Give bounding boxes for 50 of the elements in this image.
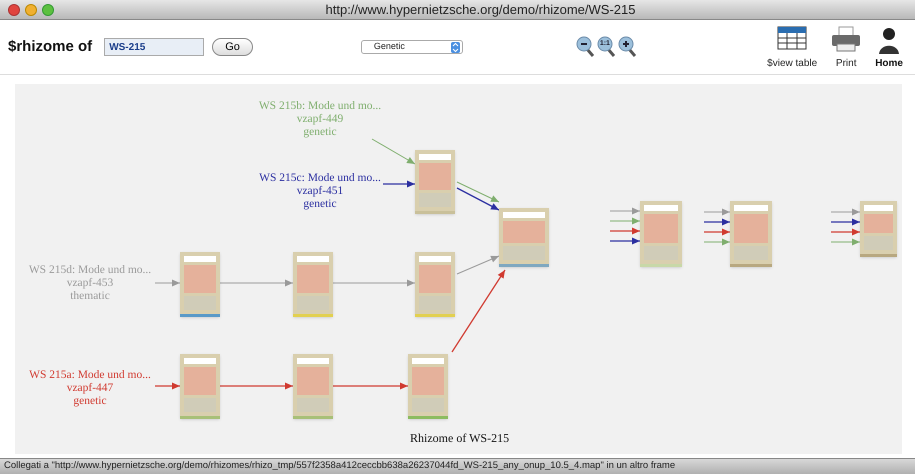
page-thumbnail[interactable] (408, 354, 448, 419)
page-thumbnail[interactable] (640, 201, 682, 267)
arrow (831, 218, 860, 226)
page-thumbnail[interactable] (415, 252, 455, 317)
page-thumbnail[interactable] (730, 201, 772, 267)
arrow (704, 208, 730, 216)
page-thumbnail[interactable] (180, 252, 220, 317)
arrow (830, 238, 860, 246)
page-thumbnail[interactable] (499, 208, 549, 267)
close-window-button[interactable] (8, 4, 20, 16)
page-thumbnail[interactable] (293, 354, 333, 419)
arrow (456, 182, 500, 202)
diagram-caption: Rhizome of WS-215 (410, 430, 510, 447)
arrow (155, 382, 180, 390)
page-thumbnail[interactable] (860, 201, 897, 257)
print-label[interactable]: Print (836, 56, 856, 71)
arrow (154, 280, 180, 286)
status-bar-text: Collegati a "http://www.hypernietzsche.org/demo/rhizomes/rhizo_tmp/557f2358a412ceccbb638a26237044fd_WS-215_any_onup_10.5_4.map" in un altro frame (4, 459, 676, 474)
arrow (372, 138, 416, 164)
source-label[interactable]: WS 215c: Mode und mo... vzapf-451 genetic (240, 172, 400, 211)
document-field[interactable]: WS-215 (104, 38, 204, 56)
arrow (610, 238, 640, 244)
arrow (704, 238, 730, 246)
zoom-out-icon[interactable] (576, 36, 596, 58)
window-title: http://www.hypernietzsche.org/demo/rhizome/WS-215 (326, 0, 636, 19)
arrow (704, 228, 730, 236)
person-silhouette-icon[interactable] (878, 26, 900, 54)
arrow (831, 228, 860, 236)
minimize-window-button[interactable] (25, 4, 37, 16)
go-button[interactable]: Go (212, 38, 253, 56)
select-arrows-icon (450, 42, 460, 52)
arrow (610, 228, 640, 234)
arrow (610, 208, 640, 214)
arrow (704, 218, 730, 226)
page-thumbnail[interactable] (180, 354, 220, 419)
arrow (456, 187, 500, 211)
page-thumbnail[interactable] (293, 252, 333, 317)
view-select[interactable]: Genetic (360, 40, 463, 54)
home-label[interactable]: Home (875, 56, 903, 71)
zoom-in-icon[interactable] (618, 36, 638, 58)
rhizome-label: $rhizome of (8, 36, 92, 57)
zoom-window-button[interactable] (42, 4, 54, 16)
arrow (383, 180, 415, 188)
table-label[interactable]: $view table (767, 56, 818, 71)
table-icon[interactable] (777, 26, 808, 50)
page-thumbnail[interactable] (415, 150, 455, 214)
source-label[interactable]: WS 215a: Mode und mo... vzapf-447 genetic (10, 369, 170, 408)
printer-icon[interactable] (831, 26, 862, 52)
arrow (830, 208, 860, 216)
arrow (610, 218, 640, 224)
